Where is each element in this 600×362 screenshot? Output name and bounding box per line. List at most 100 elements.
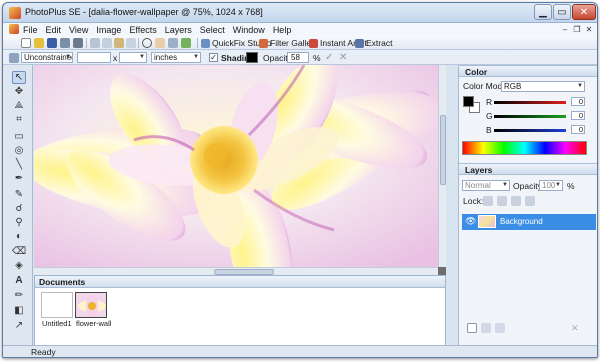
eye-icon[interactable]: 👁 bbox=[465, 216, 476, 227]
maximize-button[interactable]: ▭ bbox=[553, 4, 571, 20]
canvas-horizontal-scrollbar[interactable] bbox=[34, 267, 438, 275]
save-icon[interactable] bbox=[47, 38, 57, 48]
hand-icon[interactable] bbox=[155, 38, 165, 48]
color-mode-select[interactable]: RGB ▼ bbox=[501, 81, 585, 92]
minimize-icon: ▁ bbox=[539, 6, 547, 18]
color-replace-icon[interactable] bbox=[181, 38, 191, 48]
cut-icon[interactable] bbox=[90, 38, 100, 48]
node-tool-icon[interactable]: ↗ bbox=[12, 319, 26, 332]
eyedropper-icon[interactable] bbox=[168, 38, 178, 48]
channel-r-value[interactable]: 0 bbox=[571, 97, 585, 106]
window-title: PhotoPlus SE - [dalia-flower-wallpaper @… bbox=[25, 7, 263, 17]
lock-pixels-icon[interactable] bbox=[497, 196, 507, 206]
text-tool-icon[interactable]: A bbox=[12, 274, 26, 287]
pen-tool-icon[interactable]: ✏ bbox=[12, 289, 26, 302]
layer-effects-icon[interactable] bbox=[495, 323, 505, 333]
chevron-down-icon: ▼ bbox=[193, 54, 199, 60]
delete-layer-icon[interactable]: ✕ bbox=[571, 323, 581, 333]
layer-opacity-field[interactable]: 100 ▼ bbox=[539, 180, 563, 191]
lock-position-icon[interactable] bbox=[511, 196, 521, 206]
units-select[interactable]: inches ▼ bbox=[151, 52, 201, 63]
new-layer-icon[interactable] bbox=[467, 323, 477, 333]
canvas-vertical-scrollbar[interactable] bbox=[438, 65, 446, 267]
flower-image bbox=[34, 65, 438, 267]
smudge-tool-icon[interactable]: ☌ bbox=[12, 202, 26, 215]
channel-g-value[interactable]: 0 bbox=[571, 111, 585, 120]
line-tool-icon[interactable]: ╲ bbox=[12, 158, 26, 171]
color-spectrum[interactable] bbox=[462, 141, 587, 155]
documents-header[interactable]: Documents bbox=[35, 276, 445, 288]
menu-help[interactable]: Help bbox=[273, 25, 292, 35]
constraint-select[interactable]: Unconstrained ▼ bbox=[21, 52, 73, 63]
close-button[interactable]: ✕ bbox=[572, 4, 596, 20]
menu-file[interactable]: File bbox=[23, 25, 38, 35]
shape-tool-icon[interactable]: ◧ bbox=[12, 304, 26, 317]
document-thumbnail-untitled[interactable] bbox=[41, 292, 73, 318]
undo-icon[interactable] bbox=[126, 38, 136, 48]
menu-effects[interactable]: Effects bbox=[129, 25, 156, 35]
paste-icon[interactable] bbox=[114, 38, 124, 48]
menu-image[interactable]: Image bbox=[96, 25, 121, 35]
crop-tool-icon[interactable]: ⌗ bbox=[12, 113, 26, 126]
scanner-icon[interactable] bbox=[60, 38, 70, 48]
lock-transparency-icon[interactable] bbox=[483, 196, 493, 206]
fill-tool-icon[interactable]: ◈ bbox=[12, 259, 26, 272]
foreground-color-swatch-top bbox=[463, 96, 474, 107]
doc-minimize-icon[interactable]: – bbox=[559, 24, 571, 35]
scroll-thumb[interactable] bbox=[440, 115, 446, 185]
menu-edit[interactable]: Edit bbox=[46, 25, 62, 35]
tools-toolbar: ↖ ✥ ⟁ ⌗ ▭ ◎ ╲ ✒ ✎ ☌ ⚲ ◐ ⌫ ◈ A ✏ ◧ ↗ bbox=[3, 65, 33, 347]
color-mode-value: RGB bbox=[504, 82, 522, 91]
quickfix-icon bbox=[201, 38, 210, 48]
menu-layers[interactable]: Layers bbox=[165, 25, 192, 35]
menu-select[interactable]: Select bbox=[200, 25, 225, 35]
lasso-tool-icon[interactable]: ◎ bbox=[12, 144, 26, 157]
blend-mode-value: Normal bbox=[465, 181, 491, 190]
blend-mode-select[interactable]: Normal ▼ bbox=[462, 180, 510, 191]
channel-b-slider[interactable] bbox=[494, 129, 566, 132]
layer-row-background[interactable]: 👁 Background bbox=[462, 214, 596, 230]
channel-b-value[interactable]: 0 bbox=[571, 125, 585, 134]
doc-close-icon[interactable]: ✕ bbox=[583, 24, 595, 35]
height-field[interactable]: ▼ bbox=[119, 52, 147, 63]
move-tool-icon[interactable]: ✥ bbox=[12, 85, 26, 98]
layer-opacity-unit: % bbox=[567, 181, 575, 191]
eraser-tool-icon[interactable]: ⌫ bbox=[12, 245, 26, 258]
channel-g-slider[interactable] bbox=[494, 115, 566, 118]
menu-window[interactable]: Window bbox=[233, 25, 265, 35]
shading-checkbox[interactable]: ✓ bbox=[209, 53, 218, 62]
print-icon[interactable] bbox=[73, 38, 83, 48]
app-logo-icon bbox=[9, 7, 21, 19]
pointer-tool-icon[interactable]: ↖ bbox=[12, 71, 26, 84]
canvas-image[interactable] bbox=[34, 65, 438, 267]
lock-all-icon[interactable] bbox=[525, 196, 535, 206]
width-field[interactable] bbox=[77, 52, 111, 63]
open-folder-icon[interactable] bbox=[34, 38, 44, 48]
color-panel-header[interactable]: Color bbox=[459, 65, 597, 77]
eyedropper-tool-icon[interactable]: ✒ bbox=[12, 172, 26, 185]
app-window: PhotoPlus SE - [dalia-flower-wallpaper @… bbox=[2, 2, 598, 358]
rectangle-selection-icon[interactable]: ▭ bbox=[12, 130, 26, 143]
zoom-icon[interactable] bbox=[142, 38, 152, 48]
perspective-tool-icon[interactable]: ⟁ bbox=[12, 99, 26, 112]
dodge-tool-icon[interactable]: ◐ bbox=[12, 230, 26, 243]
copy-icon[interactable] bbox=[102, 38, 112, 48]
doc-restore-icon[interactable]: ❐ bbox=[571, 24, 583, 35]
menu-view[interactable]: View bbox=[69, 25, 88, 35]
brush-tool-icon[interactable]: ✎ bbox=[12, 188, 26, 201]
close-icon: ✕ bbox=[579, 6, 589, 18]
instant-artist-icon bbox=[309, 38, 318, 48]
channel-r-slider[interactable] bbox=[494, 101, 566, 104]
document-label: flower-wall bbox=[76, 319, 112, 328]
minimize-button[interactable]: ▁ bbox=[534, 4, 552, 20]
layer-mask-icon[interactable] bbox=[481, 323, 491, 333]
extract-button[interactable]: Extract bbox=[355, 37, 392, 49]
apply-icon[interactable]: ✓ bbox=[325, 52, 333, 63]
new-file-icon[interactable] bbox=[21, 38, 31, 48]
layers-panel-header[interactable]: Layers bbox=[459, 163, 597, 175]
shading-color-swatch[interactable] bbox=[246, 52, 258, 63]
clone-stamp-icon[interactable]: ⚲ bbox=[12, 216, 26, 229]
document-thumbnail-flower[interactable] bbox=[75, 292, 107, 318]
cancel-icon[interactable]: ✕ bbox=[339, 52, 347, 63]
opacity-field[interactable]: 58 bbox=[287, 52, 309, 63]
